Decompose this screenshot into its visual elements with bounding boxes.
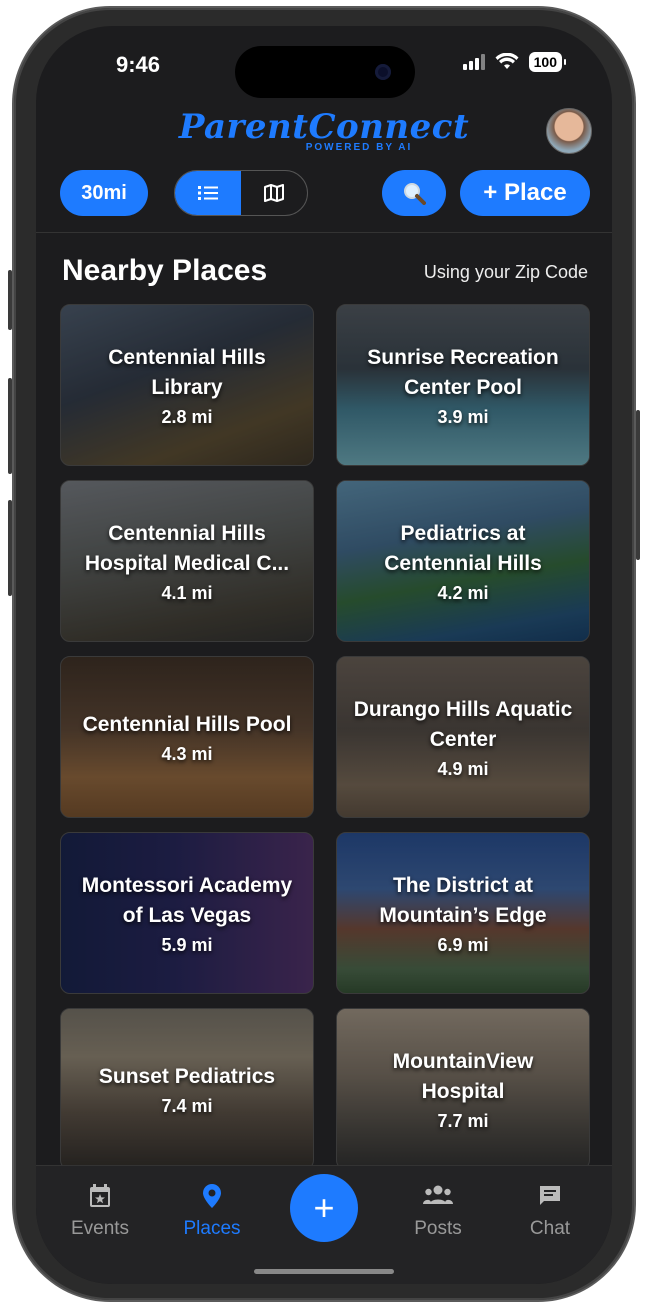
divider [36, 232, 612, 233]
place-name: Sunset Pediatrics [98, 1064, 276, 1088]
tab-posts[interactable]: Posts [388, 1184, 488, 1240]
place-card[interactable]: Pediatrics at Centennial Hills 4.2 mi [336, 480, 590, 642]
status-time: 9:46 [116, 52, 161, 77]
group-icon [388, 1184, 488, 1208]
place-name: Centennial Hills Library [108, 345, 266, 399]
place-card[interactable]: The District at Mountain’s Edge 6.9 mi [336, 832, 590, 994]
logo-tagline: POWERED BY AI [305, 142, 413, 153]
side-button [636, 410, 640, 560]
view-toggle [174, 170, 308, 216]
side-button [8, 270, 12, 330]
tab-bar: Events Places + Posts Chat [36, 1165, 612, 1284]
place-name: Sunrise Recreation Center Pool [367, 345, 559, 399]
search-button[interactable] [382, 170, 446, 216]
place-card[interactable]: Centennial Hills Library 2.8 mi [60, 304, 314, 466]
side-button [8, 500, 12, 596]
location-source-label: Using your Zip Code [423, 262, 588, 282]
dynamic-island [235, 46, 415, 98]
camera-icon [375, 64, 391, 80]
place-distance: 2.8 mi [161, 406, 213, 427]
map-pin-icon [162, 1184, 262, 1208]
search-icon [404, 183, 426, 205]
place-name: Centennial Hills Pool [82, 712, 292, 736]
card-content: Pediatrics at Centennial Hills 4.2 mi [337, 481, 589, 641]
card-content: Centennial Hills Hospital Medical C... 4.… [61, 481, 313, 641]
place-name: Centennial Hills Hospital Medical C... [84, 521, 290, 575]
signal-icon [462, 54, 485, 70]
tab-chat-label: Chat [529, 1218, 571, 1239]
battery-indicator: 100 [528, 52, 567, 72]
card-content: Durango Hills Aquatic Center 4.9 mi [337, 657, 589, 817]
card-content: Sunset Pediatrics 7.4 mi [61, 1009, 313, 1169]
section-title: Nearby Places [62, 254, 268, 287]
tab-posts-label: Posts [414, 1218, 462, 1239]
plus-icon: + [313, 1187, 335, 1228]
card-content: Montessori Academy of Las Vegas 5.9 mi [61, 833, 313, 993]
place-distance: 4.2 mi [437, 582, 489, 603]
toolbar: 30mi + Place [36, 170, 612, 218]
add-place-button[interactable]: + Place [460, 170, 590, 216]
place-name: Durango Hills Aquatic Center [353, 697, 573, 751]
place-card[interactable]: Montessori Academy of Las Vegas 5.9 mi [60, 832, 314, 994]
card-content: The District at Mountain’s Edge 6.9 mi [337, 833, 589, 993]
place-name: MountainView Hospital [392, 1049, 534, 1103]
add-place-label: + Place [483, 179, 567, 206]
place-distance: 4.9 mi [437, 758, 489, 779]
card-content: Sunrise Recreation Center Pool 3.9 mi [337, 305, 589, 465]
card-content: Centennial Hills Library 2.8 mi [61, 305, 313, 465]
place-distance: 3.9 mi [437, 406, 489, 427]
place-card[interactable]: Durango Hills Aquatic Center 4.9 mi [336, 656, 590, 818]
card-content: MountainView Hospital 7.7 mi [337, 1009, 589, 1169]
side-button [8, 378, 12, 474]
place-name: Montessori Academy of Las Vegas [81, 873, 293, 927]
place-card[interactable]: Centennial Hills Pool 4.3 mi [60, 656, 314, 818]
calendar-star-icon [50, 1184, 150, 1208]
tab-chat[interactable]: Chat [500, 1184, 600, 1240]
place-distance: 7.7 mi [437, 1110, 489, 1131]
place-name: Pediatrics at Centennial Hills [384, 521, 542, 575]
place-distance: 6.9 mi [437, 934, 489, 955]
place-distance: 5.9 mi [161, 934, 213, 955]
list-view-button[interactable] [175, 171, 241, 215]
wifi-icon [495, 53, 519, 69]
place-card[interactable]: Sunrise Recreation Center Pool 3.9 mi [336, 304, 590, 466]
map-icon [264, 184, 284, 202]
tab-places-label: Places [183, 1218, 241, 1239]
app-screen: 9:46 100 ParentConnect POWERED BY AI 30m… [36, 26, 612, 1284]
map-view-button[interactable] [241, 171, 307, 215]
radius-button[interactable]: 30mi [60, 170, 148, 216]
avatar[interactable] [546, 108, 592, 154]
radius-label: 30mi [81, 181, 127, 204]
logo-title: ParentConnect [178, 107, 470, 147]
list-icon [198, 186, 218, 200]
tab-places[interactable]: Places [162, 1184, 262, 1240]
place-distance: 7.4 mi [161, 1095, 213, 1116]
tab-events[interactable]: Events [50, 1184, 150, 1240]
place-card[interactable]: Centennial Hills Hospital Medical C... 4.… [60, 480, 314, 642]
create-button[interactable]: + [290, 1174, 358, 1242]
status-icons: 100 [462, 52, 567, 72]
card-content: Centennial Hills Pool 4.3 mi [61, 657, 313, 817]
chat-icon [500, 1184, 600, 1208]
tab-events-label: Events [70, 1218, 130, 1239]
place-name: The District at Mountain’s Edge [379, 873, 547, 927]
place-distance: 4.3 mi [161, 743, 213, 764]
place-distance: 4.1 mi [161, 582, 213, 603]
place-card[interactable]: Sunset Pediatrics 7.4 mi [60, 1008, 314, 1170]
home-indicator [254, 1269, 394, 1274]
app-logo: ParentConnect POWERED BY AI [36, 110, 612, 153]
place-card[interactable]: MountainView Hospital 7.7 mi [336, 1008, 590, 1170]
